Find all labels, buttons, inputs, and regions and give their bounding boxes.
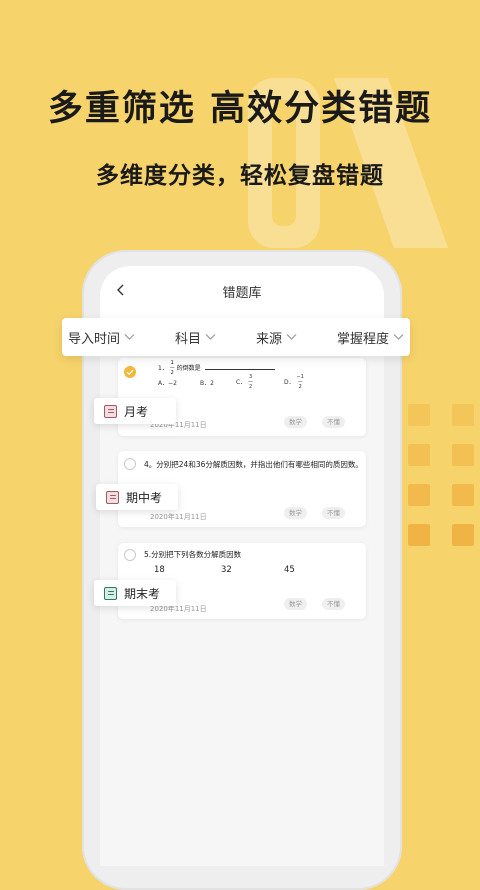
badge-label: 期末考 xyxy=(124,586,161,601)
radio-icon[interactable] xyxy=(124,549,136,561)
filter-import-time[interactable]: 导入时间 xyxy=(68,328,135,347)
document-icon xyxy=(104,586,117,600)
option-b: B．2 xyxy=(200,380,214,387)
filter-source[interactable]: 来源 xyxy=(256,328,297,347)
filter-label: 科目 xyxy=(174,331,201,347)
number-3: 45 xyxy=(284,565,295,575)
option-d: D． −1—2 xyxy=(284,374,304,390)
question-text: 4。分别把24和36分解质因数，并指出他们有哪些相同的质因数。 xyxy=(144,460,363,469)
question-date: 2020年11月11日 xyxy=(150,513,207,521)
badge-midterm-exam[interactable]: 期中考 xyxy=(96,484,178,510)
answer-blank xyxy=(204,369,275,370)
subject-tag: 数学 xyxy=(284,416,307,428)
subject-tag: 数学 xyxy=(284,598,307,610)
decorative-squares xyxy=(400,400,480,550)
question-text: 5.分别把下列各数分解质因数 xyxy=(144,550,242,559)
fraction: 1—2 xyxy=(169,360,175,376)
badge-monthly-exam[interactable]: 月考 xyxy=(94,398,176,424)
badge-label: 月考 xyxy=(124,404,149,419)
filter-bar: 导入时间 科目 来源 掌握程度 xyxy=(62,318,410,356)
filter-label: 导入时间 xyxy=(68,331,121,347)
chevron-down-icon xyxy=(124,334,135,340)
mastery-tag: 不懂 xyxy=(322,416,345,428)
nav-bar: 错题库 xyxy=(100,266,384,320)
filter-label: 掌握程度 xyxy=(336,331,389,347)
chevron-down-icon xyxy=(205,334,216,340)
document-icon xyxy=(106,490,119,504)
check-icon[interactable] xyxy=(124,366,136,378)
number-2: 32 xyxy=(221,565,232,575)
badge-final-exam[interactable]: 期末考 xyxy=(94,580,176,606)
subheadline: 多维度分类，轻松复盘错题 xyxy=(96,163,384,189)
page-title: 错题库 xyxy=(222,286,262,301)
radio-icon[interactable] xyxy=(124,458,136,470)
option-a: A．−2 xyxy=(158,380,177,387)
question-text: 1． 1—2 的倒数是 xyxy=(158,361,275,376)
filter-subject[interactable]: 科目 xyxy=(175,328,216,347)
mastery-tag: 不懂 xyxy=(322,598,345,610)
filter-label: 来源 xyxy=(255,331,282,347)
headline: 多重筛选 高效分类错题 xyxy=(47,89,433,129)
subject-tag: 数学 xyxy=(284,507,307,519)
chevron-down-icon xyxy=(286,334,297,340)
number-1: 18 xyxy=(154,565,165,575)
badge-label: 期中考 xyxy=(126,490,163,505)
chevron-down-icon xyxy=(393,334,404,340)
question-card-1[interactable]: 1． 1—2 的倒数是 A．−2 B．2 C． 3—2 D． −1—2 2020… xyxy=(118,358,366,436)
filter-mastery[interactable]: 掌握程度 xyxy=(337,328,404,347)
document-icon xyxy=(104,404,117,418)
option-c: C． 3—2 xyxy=(236,374,254,390)
mastery-tag: 不懂 xyxy=(322,507,345,519)
